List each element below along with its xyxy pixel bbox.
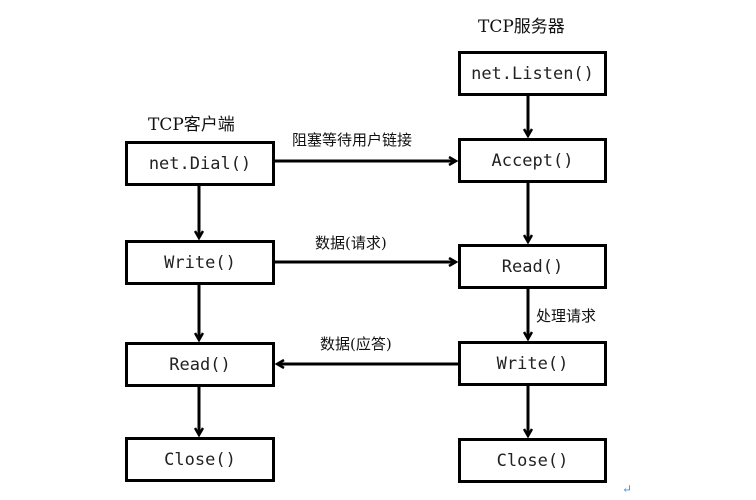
server-read-box: Read()	[458, 244, 607, 289]
response-label: 数据(应答)	[320, 335, 392, 353]
server-accept-box: Accept()	[458, 138, 607, 183]
client-title: TCP客户端	[148, 115, 235, 135]
client-write-box: Write()	[125, 240, 275, 285]
request-label: 数据(请求)	[315, 234, 387, 252]
server-write-box: Write()	[458, 341, 607, 386]
paragraph-mark-icon: ↵	[622, 482, 633, 496]
server-listen-box: net.Listen()	[458, 51, 607, 96]
client-dial-box: net.Dial()	[125, 141, 275, 186]
process-label: 处理请求	[536, 307, 597, 325]
server-title: TCP服务器	[478, 17, 565, 37]
connect-label: 阻塞等待用户链接	[292, 131, 413, 149]
client-read-box: Read()	[125, 342, 275, 387]
client-close-box: Close()	[125, 437, 275, 482]
server-close-box: Close()	[458, 438, 607, 483]
